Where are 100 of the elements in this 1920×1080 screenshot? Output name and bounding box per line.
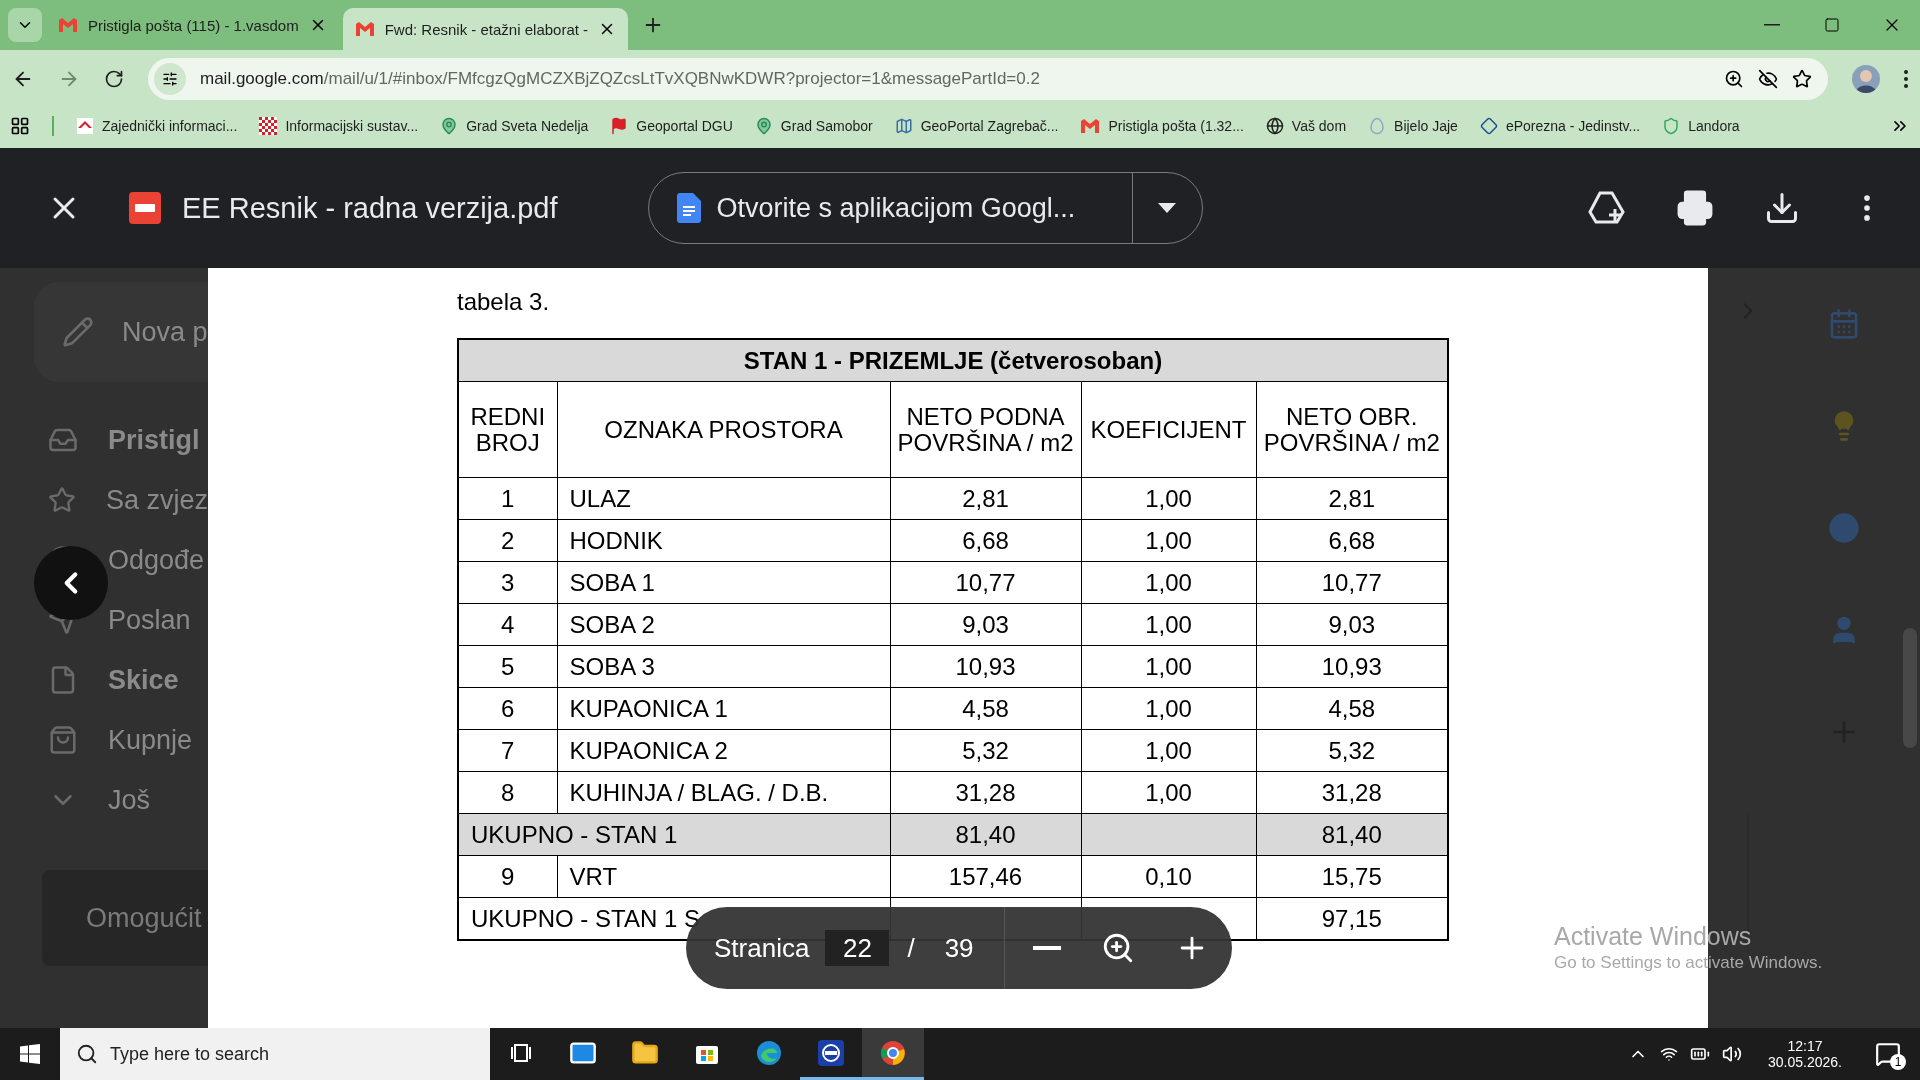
mail-folder-item[interactable]: Kupnje	[0, 710, 208, 770]
table-cell: 97,15	[1256, 897, 1448, 940]
apps-icon[interactable]	[10, 116, 30, 136]
download-icon[interactable]	[1764, 190, 1800, 226]
table-cell: KUPAONICA 2	[557, 729, 890, 772]
column-header: REDNI BROJ	[458, 381, 557, 478]
table-cell: 6,68	[1256, 519, 1448, 562]
bookmark-link[interactable]: Landora	[1662, 117, 1740, 135]
page-number-field[interactable]: 22	[825, 930, 890, 966]
caret-icon	[1158, 203, 1177, 213]
table-cell: 5	[458, 645, 557, 688]
table-cell: 1,00	[1081, 519, 1256, 562]
table-cell: ULAZ	[557, 477, 890, 520]
chrome-icon	[879, 1038, 907, 1067]
add-to-drive-icon[interactable]	[1588, 191, 1626, 225]
table-cell: 8	[458, 771, 557, 814]
bookmark-link[interactable]: ePorezna - Jedinstv...	[1479, 117, 1641, 135]
bookmark-link[interactable]: Grad Samobor	[754, 117, 873, 135]
table-cell: 81,40	[890, 813, 1081, 856]
page-separator: /	[907, 932, 915, 964]
taskbar-app-button[interactable]	[862, 1028, 924, 1080]
file-name: EE Resnik - radna verzija.pdf	[182, 191, 558, 225]
table-cell: 5,32	[1256, 729, 1448, 772]
checkerboard-icon	[259, 117, 278, 135]
mail-folder-item[interactable]: Još	[0, 770, 208, 830]
clock-button[interactable]: 12:17 30.05.2026.	[1768, 1038, 1842, 1070]
taskbar-search-field[interactable]: Type here to search	[60, 1028, 490, 1080]
bookmark-link[interactable]: Pristigla pošta (1.32...	[1080, 118, 1244, 134]
bookmark-star-icon[interactable]	[1792, 69, 1812, 89]
pdf-file-icon	[128, 191, 162, 225]
mail-icon	[1080, 118, 1101, 134]
browser-tab[interactable]: Pristigla pošta (115) - 1.vasdom	[46, 8, 339, 42]
shield-icon	[1662, 117, 1681, 135]
volume-icon[interactable]	[1722, 1044, 1743, 1064]
mail-folder-item[interactable]: Skice	[0, 650, 208, 710]
table-cell: HODNIK	[557, 519, 890, 562]
map-icon	[894, 117, 913, 135]
folder-label: Odgođe	[108, 544, 205, 576]
folder-label: Skice	[108, 664, 179, 696]
table-cell: 4	[458, 603, 557, 646]
more-icon	[1904, 70, 1908, 88]
remote-app-icon	[817, 1038, 845, 1067]
browser-tab[interactable]: Fwd: Resnik - etažni elaborat -	[342, 8, 629, 50]
table-cell: 1,00	[1081, 771, 1256, 814]
table-cell: 10,77	[1256, 561, 1448, 604]
windows-logo-icon	[20, 1044, 40, 1064]
table-cell: 10,93	[1256, 645, 1448, 688]
table-cell: SOBA 2	[557, 603, 890, 646]
print-icon[interactable]	[1676, 189, 1714, 227]
table-cell: 6,68	[890, 519, 1081, 562]
table-cell: 1,00	[1081, 477, 1256, 520]
eye-off-icon[interactable]	[1758, 69, 1778, 89]
diamond-icon	[1479, 117, 1498, 135]
bookmark-link[interactable]: Vaš dom	[1265, 117, 1347, 135]
tab-title: Pristigla pošta (115) - 1.vasdom	[88, 16, 299, 34]
folder-icon	[631, 1038, 659, 1067]
sliders-icon	[162, 71, 178, 87]
table-cell: 2	[458, 519, 557, 562]
network-icon[interactable]	[1660, 1045, 1679, 1063]
menu-button[interactable]	[1904, 70, 1908, 88]
mail-folder-item[interactable]: Pristigl	[0, 410, 208, 470]
zoom-icon[interactable]	[1724, 69, 1744, 89]
profile-avatar[interactable]	[1852, 65, 1880, 93]
folder-label: Sa zvjez	[105, 484, 208, 516]
site-settings-button[interactable]	[154, 63, 186, 95]
bookmark-link[interactable]: Bijelo Jaje	[1368, 117, 1458, 135]
promo-button[interactable]: Omogućit	[42, 870, 208, 966]
table-cell: 157,46	[890, 855, 1081, 898]
bookmark-link[interactable]: Geoportal DGU	[610, 117, 733, 135]
maximize-icon	[1824, 17, 1840, 33]
bookmark-link[interactable]: Grad Sveta Nedelja	[440, 117, 589, 135]
table-cell: VRT	[557, 855, 890, 898]
minimize-icon	[1764, 24, 1780, 26]
tab-title: Fwd: Resnik - etažni elaborat -	[384, 20, 589, 38]
folder-label: Pristigl	[108, 424, 200, 456]
bookmark-link[interactable]: GeoPortal Zagrebač...	[894, 117, 1059, 135]
page-count: 39	[944, 932, 974, 964]
zoom-out-button[interactable]	[1032, 946, 1061, 950]
column-header: KOEFICIJENT	[1081, 381, 1256, 478]
table-cell: KUHINJA / BLAG. / D.B.	[557, 771, 890, 814]
table-cell: 10,77	[890, 561, 1081, 604]
roof-icon	[76, 117, 94, 135]
task-view-icon	[510, 1041, 532, 1064]
bookmark-link[interactable]: Informacijski sustav...	[259, 117, 419, 135]
reload-button[interactable]	[104, 69, 124, 89]
table-cell: 10,93	[890, 645, 1081, 688]
address-bar[interactable]: mail.google.com/mail/u/1/#inbox/FMfcgzQgMCZXBjZQZcsLtTvXQBNwKDWR?projector=1&messagePartId=0.2	[148, 58, 1828, 100]
compose-button[interactable]: Nova p	[34, 282, 208, 382]
table-cell: 3	[458, 561, 557, 604]
table-cell: 9	[458, 855, 557, 898]
pencil-icon	[62, 316, 94, 348]
table-cell: 6	[458, 687, 557, 730]
mail-icon	[354, 21, 375, 37]
map-pin-icon	[754, 117, 773, 135]
table-cell: 15,75	[1256, 855, 1448, 898]
notifications-button[interactable]: 1	[1868, 1034, 1908, 1074]
bookmark-link[interactable]: Zajednički informaci...	[76, 117, 238, 135]
egg-icon	[1368, 117, 1387, 135]
mail-folder-item[interactable]: Sa zvjez	[0, 470, 208, 530]
column-header: OZNAKA PROSTORA	[557, 381, 890, 478]
